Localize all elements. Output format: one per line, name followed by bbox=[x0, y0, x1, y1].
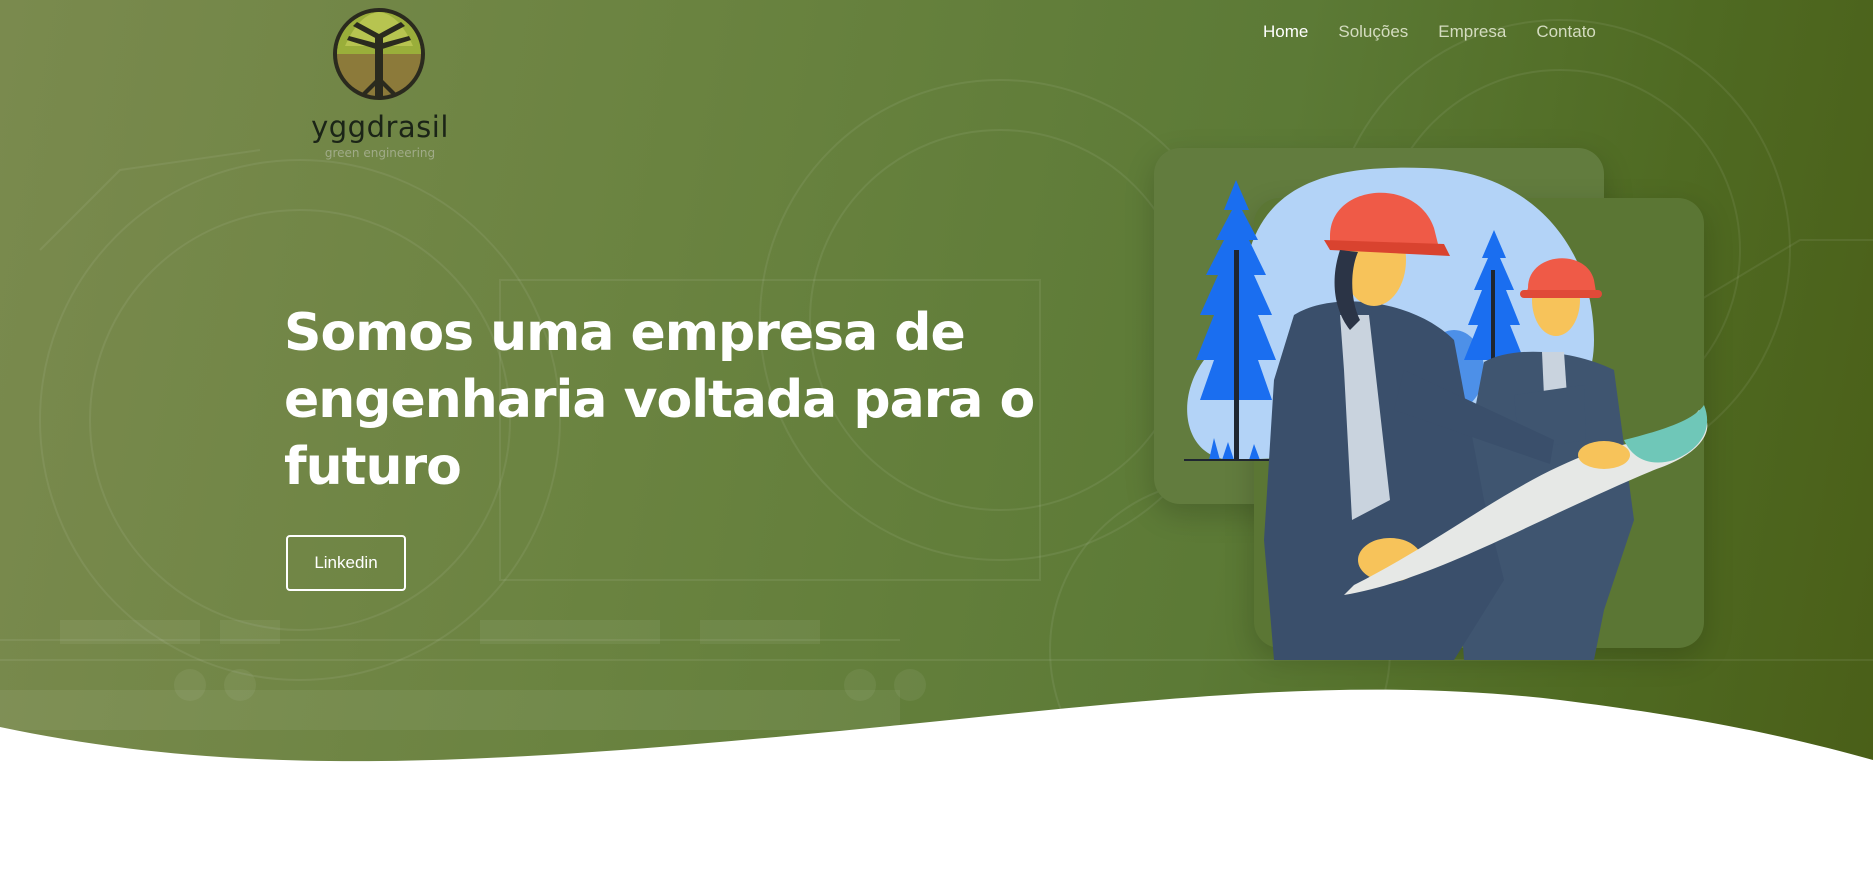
headline-line-2: engenharia voltada para o bbox=[284, 370, 1035, 430]
linkedin-button[interactable]: Linkedin bbox=[286, 535, 406, 591]
brand-tagline: green engineering bbox=[324, 146, 436, 160]
nav-home[interactable]: Home bbox=[1263, 22, 1308, 42]
brand-name: yggdrasil bbox=[311, 110, 449, 144]
headline-line-3: futuro bbox=[284, 437, 462, 497]
nav-contato[interactable]: Contato bbox=[1536, 22, 1596, 42]
nav-solucoes[interactable]: Soluções bbox=[1338, 22, 1408, 42]
tree-icon bbox=[333, 8, 425, 100]
nav-empresa[interactable]: Empresa bbox=[1438, 22, 1506, 42]
main-nav: Home Soluções Empresa Contato bbox=[1263, 22, 1626, 42]
headline-line-1: Somos uma empresa de bbox=[284, 303, 966, 363]
brand-logo[interactable]: yggdrasil green engineering bbox=[300, 6, 460, 160]
engineers-with-blueprint-illustration bbox=[1184, 167, 1708, 660]
hero-headline: Somos uma empresa de engenharia voltada … bbox=[284, 300, 1104, 501]
hero-bottom-wave bbox=[0, 689, 1873, 880]
